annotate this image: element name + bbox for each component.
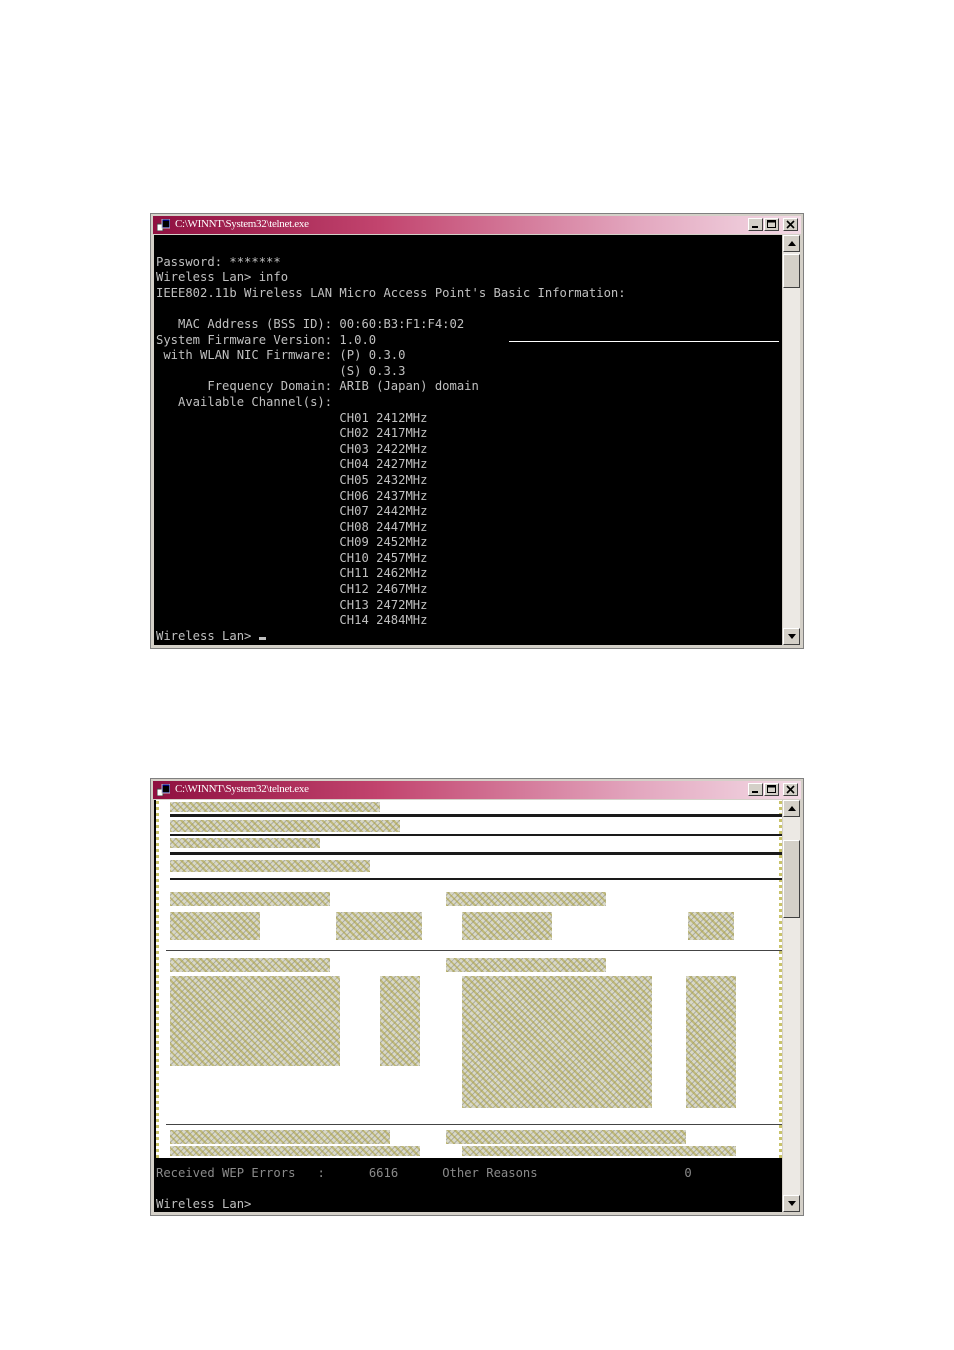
- partial-stat-value-right: 0: [684, 1166, 692, 1180]
- console-output[interactable]: Password: ******* Wireless Lan> info IEE…: [154, 235, 782, 645]
- console-line: CH02 2417MHz: [156, 426, 428, 441]
- scroll-thumb[interactable]: [783, 254, 800, 288]
- garble-block: [170, 912, 260, 940]
- partial-stat-value: 6616: [368, 1166, 399, 1180]
- console-line: CH12 2467MHz: [156, 582, 428, 597]
- scroll-down-button[interactable]: [783, 1195, 800, 1212]
- maximize-icon: [767, 220, 776, 228]
- window-title: C:\WINNT\System32\telnet.exe: [175, 218, 309, 230]
- console-app-icon: [157, 219, 170, 231]
- console-tail: Received WEP Errors : 6616 Other Reasons…: [156, 1166, 692, 1212]
- minimize-icon: [752, 226, 758, 228]
- telnet-window-statistics: C:\WINNT\System32\telnet.exe Received WE…: [150, 778, 804, 1216]
- garble-block: [170, 802, 380, 812]
- garble-block: [446, 958, 606, 972]
- console-line: Frequency Domain: ARIB (Japan) domain: [156, 379, 479, 394]
- garble-block: [462, 912, 552, 940]
- console-line: Available Channel(s):: [156, 394, 333, 409]
- console-line: MAC Address (BSS ID): 00:60:B3:F1:F4:02: [156, 316, 465, 331]
- garble-block: [170, 976, 340, 1066]
- title-bar[interactable]: C:\WINNT\System32\telnet.exe: [153, 216, 801, 234]
- console-line: CH09 2452MHz: [156, 535, 428, 550]
- garble-block: [170, 860, 370, 872]
- console-line: CH08 2447MHz: [156, 519, 428, 534]
- garble-block: [686, 976, 736, 1108]
- vertical-scrollbar[interactable]: [783, 800, 800, 1212]
- garble-block: [170, 892, 330, 906]
- scroll-thumb[interactable]: [783, 840, 800, 918]
- console-line: CH01 2412MHz: [156, 410, 428, 425]
- title-bar[interactable]: C:\WINNT\System32\telnet.exe: [153, 781, 801, 799]
- maximize-button[interactable]: [764, 783, 779, 796]
- close-button[interactable]: [783, 218, 798, 231]
- scroll-down-button[interactable]: [783, 628, 800, 645]
- garble-block: [336, 912, 422, 940]
- partial-stat-colon: :: [317, 1166, 325, 1180]
- console-line: CH04 2427MHz: [156, 457, 428, 472]
- console-line: CH05 2432MHz: [156, 472, 428, 487]
- minimize-button[interactable]: [748, 218, 763, 231]
- maximize-icon: [767, 785, 776, 793]
- garble-line: [166, 950, 782, 951]
- garble-block: [170, 814, 782, 817]
- garble-block: [170, 1130, 390, 1144]
- console-line: CH07 2442MHz: [156, 504, 428, 519]
- console-line: CH13 2472MHz: [156, 597, 428, 612]
- scroll-up-arrow-icon: [788, 241, 796, 246]
- garble-block: [170, 820, 400, 832]
- command-prompt: Wireless Lan>: [156, 628, 259, 643]
- scroll-down-arrow-icon: [788, 634, 796, 639]
- garble-block: [446, 1130, 686, 1144]
- garble-block: [170, 1146, 420, 1156]
- maximize-button[interactable]: [764, 218, 779, 231]
- console-line: System Firmware Version: 1.0.0: [156, 332, 377, 347]
- console-text: Password: ******* Wireless Lan> info IEE…: [156, 239, 626, 644]
- garble-block: [170, 878, 782, 880]
- console-line: Wireless Lan> info: [156, 270, 289, 285]
- separator-line: [509, 341, 779, 342]
- telnet-window-info: C:\WINNT\System32\telnet.exe Password: *…: [150, 213, 804, 649]
- garble-block: [462, 1146, 736, 1156]
- console-line: CH11 2462MHz: [156, 566, 428, 581]
- garble-block: [688, 912, 734, 940]
- garble-line: [166, 1124, 782, 1125]
- minimize-icon: [752, 791, 758, 793]
- console-line: with WLAN NIC Firmware: (P) 0.3.0: [156, 348, 406, 363]
- console-line: IEEE802.11b Wireless LAN Micro Access Po…: [156, 285, 626, 300]
- garble-edge: [156, 800, 159, 1158]
- console-line: (S) 0.3.3: [156, 363, 406, 378]
- console-output[interactable]: Received WEP Errors : 6616 Other Reasons…: [154, 800, 782, 1212]
- partial-stat-label: Received WEP Errors: [156, 1166, 296, 1180]
- partial-stat-label-right: Other Reasons: [442, 1166, 538, 1180]
- minimize-button[interactable]: [748, 783, 763, 796]
- garble-block: [170, 852, 782, 855]
- command-prompt: Wireless Lan>: [156, 1197, 252, 1212]
- console-app-icon: [157, 784, 170, 796]
- close-icon: [786, 220, 795, 229]
- console-line: CH10 2457MHz: [156, 550, 428, 565]
- console-line: CH03 2422MHz: [156, 441, 428, 456]
- scroll-up-arrow-icon: [788, 806, 796, 811]
- garble-block: [446, 892, 606, 906]
- close-button[interactable]: [783, 783, 798, 796]
- scroll-up-button[interactable]: [783, 235, 800, 252]
- garble-block: [170, 958, 330, 972]
- garble-block: [170, 834, 782, 836]
- garble-block: [170, 838, 320, 848]
- window-title: C:\WINNT\System32\telnet.exe: [175, 783, 309, 795]
- console-line: CH06 2437MHz: [156, 488, 428, 503]
- scroll-up-button[interactable]: [783, 800, 800, 817]
- garble-block: [380, 976, 420, 1066]
- console-line: Password: *******: [156, 254, 281, 269]
- vertical-scrollbar[interactable]: [783, 235, 800, 645]
- console-line: CH14 2484MHz: [156, 613, 428, 628]
- scroll-down-arrow-icon: [788, 1201, 796, 1206]
- text-cursor: [258, 636, 266, 640]
- close-icon: [786, 785, 795, 794]
- corrupted-statistics-region: [156, 800, 782, 1158]
- garble-block: [462, 976, 652, 1108]
